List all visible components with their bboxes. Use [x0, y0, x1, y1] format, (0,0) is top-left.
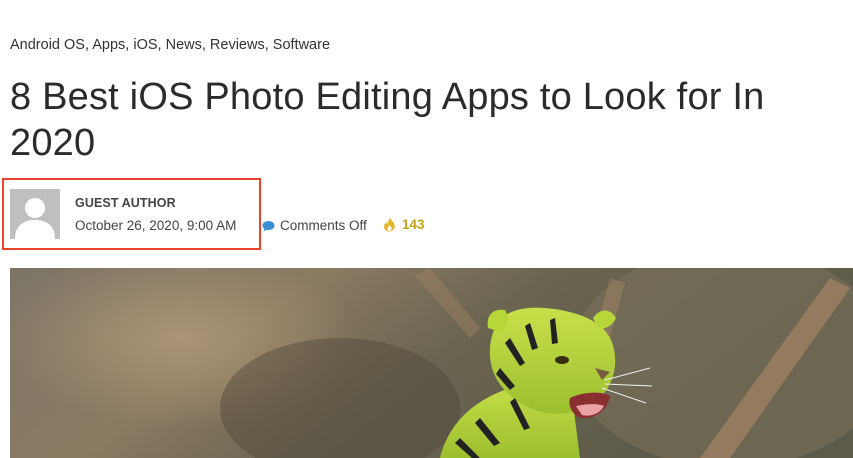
category-link-apps[interactable]: Apps [92, 37, 125, 53]
category-link-android-os[interactable]: Android OS [10, 37, 85, 53]
flame-icon [383, 217, 396, 232]
view-count-value: 143 [402, 217, 425, 232]
category-separator: , [264, 37, 273, 53]
author-name-link[interactable]: GUEST AUTHOR [75, 196, 176, 210]
view-count: 143 [383, 217, 425, 232]
featured-image [10, 268, 853, 458]
post-date: October 26, 2020, 9:00 AM [75, 218, 237, 233]
post-title: 8 Best iOS Photo Editing Apps to Look fo… [10, 76, 765, 164]
speech-bubble-icon [262, 220, 275, 232]
comments-label: Comments Off [280, 218, 367, 233]
category-link-ios[interactable]: iOS [133, 37, 157, 53]
category-link-reviews[interactable]: Reviews [210, 37, 265, 53]
category-separator: , [157, 37, 166, 53]
category-separator: , [201, 37, 210, 53]
default-avatar-icon[interactable] [10, 189, 60, 239]
category-link-software[interactable]: Software [273, 37, 330, 53]
category-link-news[interactable]: News [166, 37, 202, 53]
comments-status: Comments Off [262, 218, 367, 233]
post-categories: Android OS, Apps, iOS, News, Reviews, So… [10, 37, 330, 53]
